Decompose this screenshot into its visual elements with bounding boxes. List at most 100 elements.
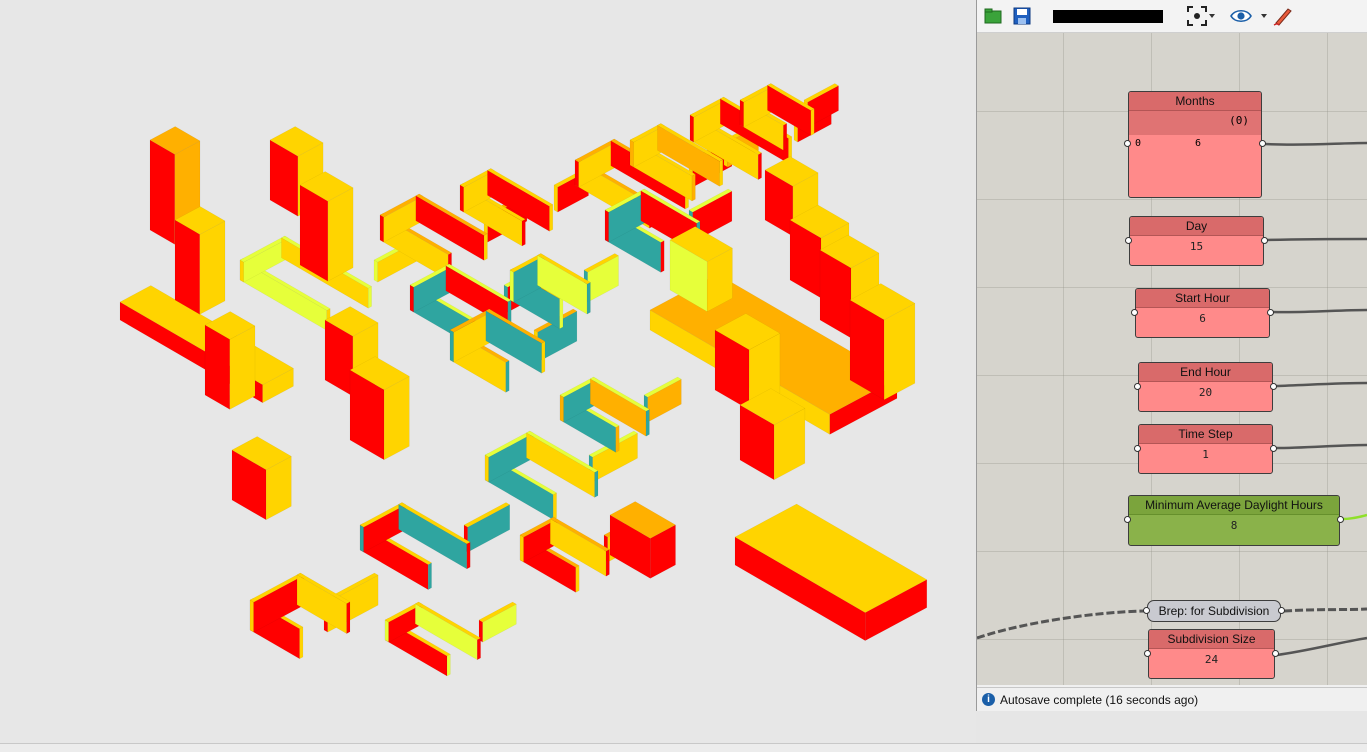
building-side bbox=[541, 340, 546, 374]
building-side bbox=[446, 653, 451, 677]
input-grip[interactable] bbox=[1134, 445, 1141, 452]
component-title: Day bbox=[1130, 217, 1263, 236]
building-side bbox=[199, 220, 226, 315]
building-side bbox=[346, 601, 351, 635]
daylight-analysis-model bbox=[119, 83, 928, 677]
building-side bbox=[594, 470, 599, 498]
component-title: Time Step bbox=[1139, 425, 1272, 444]
input-grip[interactable] bbox=[1134, 383, 1141, 390]
building-side bbox=[552, 492, 557, 521]
building-side bbox=[239, 259, 244, 283]
component-value[interactable]: 20 bbox=[1139, 382, 1272, 404]
building-side bbox=[466, 541, 471, 570]
input-grip[interactable] bbox=[1124, 140, 1131, 147]
building-side bbox=[204, 324, 231, 410]
save-file-icon[interactable] bbox=[1010, 4, 1034, 28]
input-grip[interactable] bbox=[1131, 309, 1138, 316]
building-side bbox=[229, 325, 256, 410]
output-grip[interactable] bbox=[1261, 237, 1268, 244]
building-side bbox=[629, 139, 634, 168]
building-side bbox=[299, 626, 304, 660]
component-value[interactable]: 8 bbox=[1129, 515, 1339, 537]
component-title: Minimum Average Daylight Hours bbox=[1129, 496, 1339, 515]
status-text: Autosave complete (16 seconds ago) bbox=[1000, 692, 1199, 707]
building-side bbox=[757, 152, 762, 181]
component-title: Months bbox=[1129, 92, 1261, 111]
building-side bbox=[719, 159, 724, 187]
component-title: Brep: for Subdivision bbox=[1158, 604, 1270, 618]
building-side bbox=[586, 281, 591, 315]
grasshopper-canvas[interactable]: Months (0) 0 6 Day 15 Start Hour 6 End H… bbox=[977, 33, 1367, 685]
building-side bbox=[174, 219, 201, 315]
preview-eye-icon[interactable] bbox=[1229, 4, 1253, 28]
building-side bbox=[575, 565, 580, 593]
building-side bbox=[574, 159, 579, 188]
building-side bbox=[367, 285, 372, 309]
component-value[interactable]: 6 bbox=[1136, 308, 1269, 330]
input-grip[interactable] bbox=[1143, 607, 1150, 614]
building-side bbox=[645, 408, 650, 437]
building-side bbox=[739, 99, 744, 128]
building-side bbox=[605, 548, 610, 577]
building-side bbox=[559, 394, 564, 423]
input-grip[interactable] bbox=[1125, 237, 1132, 244]
building-side bbox=[553, 184, 558, 213]
component-title: Subdivision Size bbox=[1149, 630, 1274, 649]
output-grip[interactable] bbox=[1270, 383, 1277, 390]
range-label: (0) bbox=[1129, 111, 1261, 135]
grasshopper-toolbar bbox=[977, 0, 1367, 33]
building-side bbox=[660, 240, 665, 273]
building-side bbox=[299, 184, 329, 282]
building-side bbox=[249, 599, 254, 633]
time-step-component[interactable]: Time Step 1 bbox=[1134, 424, 1277, 474]
grasshopper-window: Months (0) 0 6 Day 15 Start Hour 6 End H… bbox=[976, 0, 1367, 711]
building-side bbox=[559, 296, 564, 330]
search-input[interactable] bbox=[1053, 10, 1163, 23]
chevron-down-icon[interactable] bbox=[1261, 14, 1267, 18]
brep-param-component[interactable]: Brep: for Subdivision bbox=[1143, 600, 1285, 622]
output-grip[interactable] bbox=[1270, 445, 1277, 452]
building-side bbox=[615, 425, 620, 453]
output-grip[interactable] bbox=[1267, 309, 1274, 316]
building-side bbox=[384, 619, 389, 643]
output-grip[interactable] bbox=[1259, 140, 1266, 147]
component-title: End Hour bbox=[1139, 363, 1272, 382]
rhino-viewport[interactable] bbox=[0, 0, 976, 751]
building-side bbox=[691, 173, 696, 202]
months-slider-component[interactable]: Months (0) 0 6 bbox=[1124, 91, 1266, 198]
input-grip[interactable] bbox=[1144, 650, 1151, 657]
status-bar: i Autosave complete (16 seconds ago) bbox=[977, 687, 1367, 711]
output-grip[interactable] bbox=[1278, 607, 1285, 614]
info-icon: i bbox=[982, 693, 995, 706]
min-daylight-hours-component[interactable]: Minimum Average Daylight Hours 8 bbox=[1124, 495, 1344, 546]
building-side bbox=[379, 214, 384, 243]
zoom-extents-icon[interactable] bbox=[1185, 4, 1209, 28]
output-grip[interactable] bbox=[1337, 516, 1344, 523]
output-grip[interactable] bbox=[1272, 650, 1279, 657]
slider-value[interactable]: 6 bbox=[1195, 135, 1201, 153]
day-component[interactable]: Day 15 bbox=[1125, 216, 1268, 266]
building-side bbox=[505, 360, 510, 393]
building-side bbox=[459, 184, 464, 213]
start-hour-component[interactable]: Start Hour 6 bbox=[1131, 288, 1274, 338]
building-side bbox=[549, 204, 554, 232]
input-grip[interactable] bbox=[1124, 516, 1131, 523]
building-side bbox=[484, 454, 489, 483]
building-side bbox=[359, 524, 364, 553]
building-side bbox=[296, 574, 347, 635]
building-side bbox=[783, 122, 788, 151]
sketch-pen-icon[interactable] bbox=[1271, 4, 1295, 28]
component-value[interactable]: 24 bbox=[1149, 649, 1274, 671]
building-side bbox=[373, 259, 378, 283]
subdivision-size-component[interactable]: Subdivision Size 24 bbox=[1144, 629, 1279, 679]
open-file-icon[interactable] bbox=[981, 4, 1005, 28]
building-side bbox=[409, 284, 414, 313]
building-side bbox=[483, 233, 488, 261]
end-hour-component[interactable]: End Hour 20 bbox=[1134, 362, 1277, 412]
component-title: Start Hour bbox=[1136, 289, 1269, 308]
component-value[interactable]: 15 bbox=[1130, 236, 1263, 258]
chevron-down-icon[interactable] bbox=[1209, 14, 1215, 18]
building-side bbox=[327, 187, 354, 282]
building-side bbox=[810, 108, 815, 136]
component-value[interactable]: 1 bbox=[1139, 444, 1272, 466]
